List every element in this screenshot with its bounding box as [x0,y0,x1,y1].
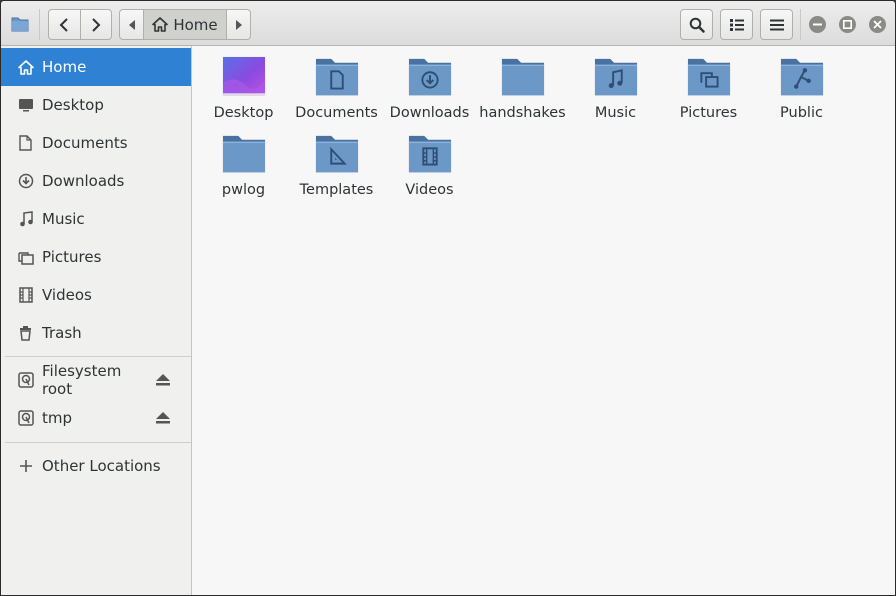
maximize-icon [843,20,852,29]
sidebar-item-trash[interactable]: Trash [1,314,191,352]
desktop-icon [17,97,34,114]
sidebar-item-label: Pictures [42,248,102,266]
public-folder-icon [780,58,823,96]
view-toggle-button[interactable] [720,9,753,40]
file-item-videos[interactable]: Videos [383,126,476,198]
header-separator-2 [800,9,801,40]
file-name: handshakes [479,105,566,121]
home-icon [17,59,34,76]
sidebar-item-label: Videos [42,286,92,304]
triangle-left-icon [128,19,135,30]
sidebar-item-music[interactable]: Music [1,200,191,238]
pictures-folder-icon [687,58,730,96]
file-name: Documents [295,105,378,121]
sidebar-item-label: tmp [42,409,73,427]
trash-icon [17,325,34,342]
desktop-folder-icon [222,56,265,96]
file-item-pictures[interactable]: Pictures [662,49,755,121]
file-item-pwlog[interactable]: pwlog [197,126,290,198]
sidebar-item-label: Music [42,210,85,228]
file-item-music[interactable]: Music [569,49,662,121]
triangle-right-icon [235,19,242,30]
folder-icon [222,135,265,173]
sidebar-item-videos[interactable]: Videos [1,276,191,314]
close-icon [873,20,882,29]
folder-icon [501,58,544,96]
download-icon [17,173,34,190]
downloads-folder-icon [408,58,451,96]
drive-icon [17,372,34,389]
sidebar-item-label: Filesystem root [42,362,122,398]
path-scroll-right-button[interactable] [226,10,250,39]
sidebar-item-label: Other Locations [42,457,161,475]
sidebar-item-label: Home [42,58,87,76]
pictures-icon [17,249,34,266]
plus-icon [17,458,34,475]
file-item-handshakes[interactable]: handshakes [476,49,569,121]
minimize-button[interactable] [809,16,826,33]
sidebar-item-label: Desktop [42,96,104,114]
file-item-documents[interactable]: Documents [290,49,383,121]
file-name: Public [780,105,823,121]
file-item-desktop[interactable]: Desktop [197,49,290,121]
sidebar-item-label: Documents [42,134,128,152]
close-button[interactable] [869,16,886,33]
search-button[interactable] [680,9,713,40]
path-home-button[interactable]: Home [144,10,226,39]
sidebar-separator [5,442,191,443]
video-icon [17,287,34,304]
file-name: pwlog [221,182,266,198]
sidebar-item-pictures[interactable]: Pictures [1,238,191,276]
sidebar-item-label: Trash [42,324,82,342]
file-name: Pictures [679,105,738,121]
sidebar-item-filesystem-root[interactable]: Filesystem root [1,361,191,399]
templates-folder-icon [315,135,358,173]
hamburger-icon [769,19,784,30]
sidebar-item-desktop[interactable]: Desktop [1,86,191,124]
eject-icon[interactable] [155,410,171,426]
path-bar: Home [119,9,251,40]
document-icon [17,135,34,152]
videos-folder-icon [408,135,451,173]
eject-icon[interactable] [155,372,171,388]
chevron-right-icon [92,17,101,32]
file-name: Music [594,105,637,121]
forward-button[interactable] [79,10,112,39]
search-icon [689,17,705,33]
drive-icon [17,410,34,427]
home-icon [152,17,169,32]
sidebar-item-other-locations[interactable]: Other Locations [1,447,191,485]
file-item-public[interactable]: Public [755,49,848,121]
sidebar-item-downloads[interactable]: Downloads [1,162,191,200]
sidebar-item-label: Downloads [42,172,125,190]
music-icon [17,211,34,228]
file-name: Videos [405,182,454,198]
minimize-icon [813,23,822,26]
back-button[interactable] [49,10,80,39]
file-name: Templates [299,182,374,198]
sidebar-item-tmp[interactable]: tmp [1,399,191,437]
maximize-button[interactable] [839,16,856,33]
menu-button[interactable] [760,9,793,40]
header-separator [39,9,40,40]
file-name: Desktop [213,105,274,121]
sidebar-item-documents[interactable]: Documents [1,124,191,162]
files-app-icon [9,13,31,35]
path-scroll-left-button[interactable] [120,10,144,39]
sidebar-separator [5,356,191,357]
file-item-downloads[interactable]: Downloads [383,49,476,121]
music-folder-icon [594,58,637,96]
file-view: Desktop Documents Downloads handshakes M… [193,46,895,595]
places-sidebar: Home Desktop Documents Downloads Music P… [1,46,192,595]
sidebar-item-home[interactable]: Home [1,48,191,86]
file-manager-window: Home Home Desktop Documents Downloads Mu… [0,0,896,596]
file-name: Downloads [389,105,470,121]
path-home-label: Home [173,15,218,34]
documents-folder-icon [315,58,358,96]
chevron-left-icon [59,17,68,32]
header-bar: Home [1,1,895,46]
list-view-icon [729,18,744,31]
file-item-templates[interactable]: Templates [290,126,383,198]
navigation-buttons [48,9,112,40]
